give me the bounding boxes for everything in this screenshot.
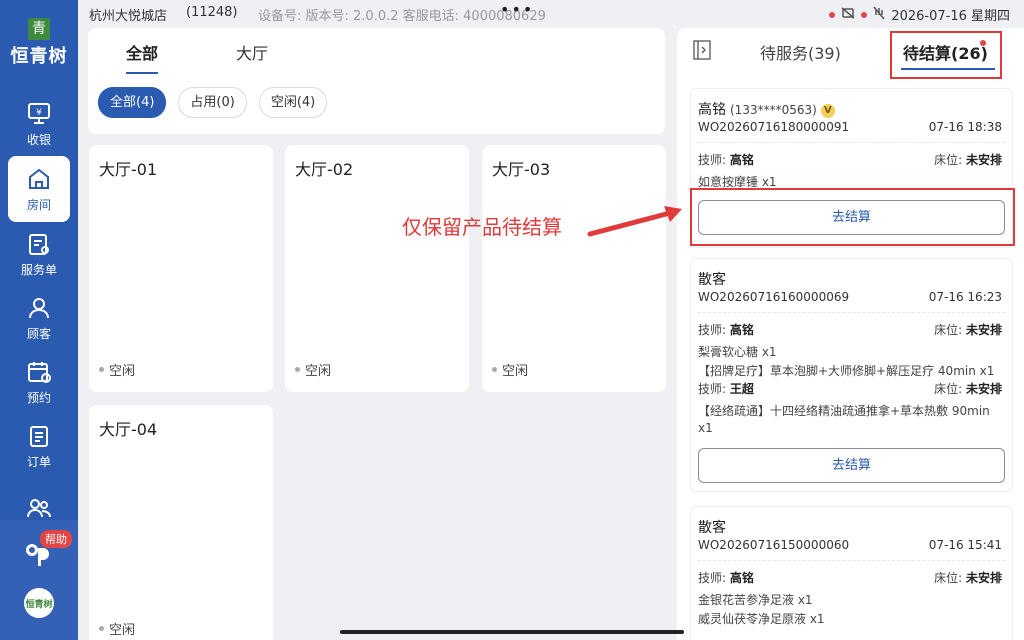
order-number: WO20260716150000060 [698, 538, 850, 552]
annotation-arrow-icon [587, 206, 682, 237]
store-name: 杭州大悦城店 [89, 9, 168, 24]
nav-item-customers[interactable]: 顾客 [0, 286, 78, 350]
status-chips: 全部(4) 占用(0) 空闲(4) [98, 87, 328, 118]
order-item: 威灵仙茯苓净足原液 x1 [698, 612, 825, 626]
bed-line: 床位: 未安排 [934, 153, 1002, 167]
help-badge[interactable]: 帮助 [40, 530, 72, 548]
room-card[interactable]: 大厅-01 空闲 [89, 145, 273, 392]
team-icon [26, 495, 52, 521]
calendar-icon [26, 359, 52, 385]
tab-hall[interactable]: 大厅 [236, 40, 268, 64]
customer-line: 高铭 (133****0563) V [698, 99, 835, 119]
tech-line: 技师: 高铭 [698, 571, 754, 585]
brand-name: 恒青树 [10, 46, 68, 67]
nav-item-orders[interactable]: 订单 [0, 414, 78, 478]
home-indicator[interactable] [340, 630, 684, 634]
chip-occupied[interactable]: 占用(0) [178, 87, 247, 118]
status-dot [829, 11, 836, 18]
room-status: 空闲 [492, 360, 528, 379]
customer-name: 散客 [698, 520, 726, 536]
help-area: 帮助 恒青树 [0, 520, 78, 640]
nav-label-cashier: 收银 [26, 132, 51, 147]
brand-mark: 青 [28, 18, 50, 40]
tab-highlight-box [890, 31, 1002, 79]
nav-item-rooms[interactable]: 房间 [8, 156, 70, 222]
annotation-text: 仅保留产品待结算 [402, 215, 562, 239]
tech-line: 技师: 高铭 [698, 153, 754, 167]
order-number: WO20260716160000069 [698, 290, 850, 304]
service-order-icon [26, 231, 52, 257]
top-bar: 杭州大悦城店 (11248) 设备号: 版本号: 2.0.0.2 客服电话: 4… [78, 0, 1024, 28]
avatar[interactable]: 恒青树 [24, 588, 54, 618]
nav-item-service-orders[interactable]: 服务单 [0, 222, 78, 286]
order-card[interactable]: 散客 WO20260716160000069 07-16 16:23 技师: 高… [690, 258, 1013, 492]
customer-name: 散客 [698, 272, 726, 288]
tab-all[interactable]: 全部 [126, 40, 159, 74]
customer-icon [26, 295, 52, 321]
more-dots-icon[interactable]: ••• [500, 0, 534, 19]
cashier-icon: ¥ [26, 101, 52, 127]
tech-line: 技师: 王超 [698, 382, 754, 396]
no-signal-icon [873, 6, 885, 23]
nav-label-service-orders: 服务单 [20, 262, 57, 277]
order-number: WO20260716180000091 [698, 120, 850, 134]
room-name: 大厅-04 [99, 420, 158, 439]
store-code: (11248) [186, 5, 238, 20]
order-card[interactable]: 散客 WO20260716150000060 07-16 15:41 技师: 高… [690, 506, 1013, 640]
customer-name: 高铭 [698, 102, 726, 118]
divider [698, 560, 1005, 561]
chip-idle[interactable]: 空闲(4) [258, 87, 328, 118]
order-item: 金银花苦参净足液 x1 [698, 593, 813, 607]
nav-label-rooms: 房间 [26, 197, 51, 212]
room-name: 大厅-01 [99, 160, 158, 179]
room-filter-panel: 全部 大厅 全部(4) 占用(0) 空闲(4) [88, 28, 665, 134]
mute-icon [841, 7, 855, 22]
sidebar: 青 恒青树 ¥ 收银 房间 服务单 顾客 预约 订单 帮助 恒青树 [0, 0, 78, 640]
order-item: 【招牌足疗】草本泡脚+大师修脚+解压足疗 40min x1 [698, 364, 995, 378]
main-nav: ¥ 收银 房间 服务单 顾客 预约 订单 [0, 92, 78, 542]
status-dot [861, 11, 868, 18]
svg-text:¥: ¥ [36, 108, 42, 118]
bed-line: 床位: 未安排 [934, 382, 1002, 396]
order-item-qty: x1 [698, 421, 713, 435]
divider [698, 142, 1005, 143]
tech-line: 技师: 高铭 [698, 323, 754, 337]
room-name: 大厅-02 [295, 160, 354, 179]
divider [698, 312, 1005, 313]
home-icon [26, 166, 52, 192]
order-icon [26, 423, 52, 449]
tab-pending-service[interactable]: 待服务(39) [760, 40, 841, 64]
bed-line: 床位: 未安排 [934, 571, 1002, 585]
nav-label-orders: 订单 [26, 454, 51, 469]
chip-all[interactable]: 全部(4) [98, 87, 167, 118]
nav-label-customers: 顾客 [26, 326, 51, 341]
brand-logo: 青 恒青树 [0, 18, 78, 68]
vip-badge: V [820, 104, 835, 118]
bed-line: 床位: 未安排 [934, 323, 1002, 337]
system-status: 2026-07-16 星期四 [829, 5, 1010, 24]
datetime: 2026-07-16 星期四 [891, 9, 1010, 24]
room-status: 空闲 [99, 619, 135, 638]
customer-phone: (133****0563) [730, 103, 817, 117]
order-item: 【经络疏通】十四经络精油疏通推拿+草本热敷 90min [698, 404, 990, 418]
room-card[interactable]: 大厅-02 空闲 [285, 145, 469, 392]
order-time: 07-16 15:41 [928, 538, 1002, 552]
nav-label-appointments: 预约 [26, 390, 51, 405]
order-time: 07-16 18:38 [928, 120, 1002, 134]
collapse-panel-icon[interactable] [693, 40, 711, 60]
room-card[interactable]: 大厅-04 空闲 [89, 405, 273, 640]
room-status: 空闲 [99, 360, 135, 379]
order-time: 07-16 16:23 [928, 290, 1002, 304]
order-item: 梨膏软心糖 x1 [698, 345, 777, 359]
nav-item-cashier[interactable]: ¥ 收银 [0, 92, 78, 156]
settle-button[interactable]: 去结算 [698, 448, 1005, 483]
settle-button-highlight [690, 188, 1015, 246]
nav-item-appointments[interactable]: 预约 [0, 350, 78, 414]
room-name: 大厅-03 [492, 160, 551, 179]
room-card[interactable]: 大厅-03 空闲 [482, 145, 666, 392]
room-status: 空闲 [295, 360, 331, 379]
